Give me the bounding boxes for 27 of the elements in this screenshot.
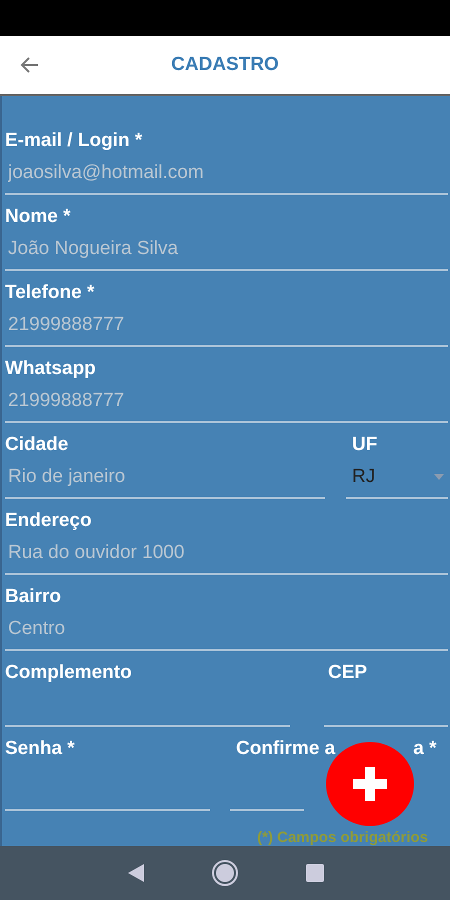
footnote: (*) Campos obrigatórios <box>257 829 428 846</box>
dropdown[interactable]: RJ <box>346 457 448 499</box>
input-field[interactable]: 21999888777 <box>5 305 448 347</box>
field-label: Cidade <box>5 433 70 457</box>
field-label: CEP <box>327 661 368 685</box>
field-label: Telefone * <box>5 281 96 305</box>
input-field[interactable]: Rio de janeiro <box>5 457 325 499</box>
caret-icon <box>434 474 444 480</box>
home-icon[interactable] <box>211 859 239 887</box>
field-label: Bairro <box>5 585 62 609</box>
input-field[interactable]: 21999888777 <box>5 381 448 423</box>
field-label: E-mail / Login * <box>5 129 144 153</box>
field-label: Senha * <box>5 737 76 761</box>
field-label: Complemento <box>5 661 133 685</box>
back-icon[interactable] <box>126 863 146 883</box>
field-label: Nome * <box>5 205 72 229</box>
input-field[interactable]: Centro <box>5 609 448 651</box>
field-label: Confirme a <box>235 737 336 761</box>
plus-icon <box>353 767 387 801</box>
field-label: UF <box>351 433 378 457</box>
input-field[interactable]: Rua do ouvidor 1000 <box>5 533 448 575</box>
input-field[interactable]: João Nogueira Silva <box>5 229 448 271</box>
screen-title: CADASTRO <box>171 54 279 76</box>
field-label: Endereço <box>5 509 93 533</box>
field-label: a * <box>412 737 436 761</box>
field-label: Whatsapp <box>5 357 97 381</box>
recents-icon[interactable] <box>304 863 324 883</box>
